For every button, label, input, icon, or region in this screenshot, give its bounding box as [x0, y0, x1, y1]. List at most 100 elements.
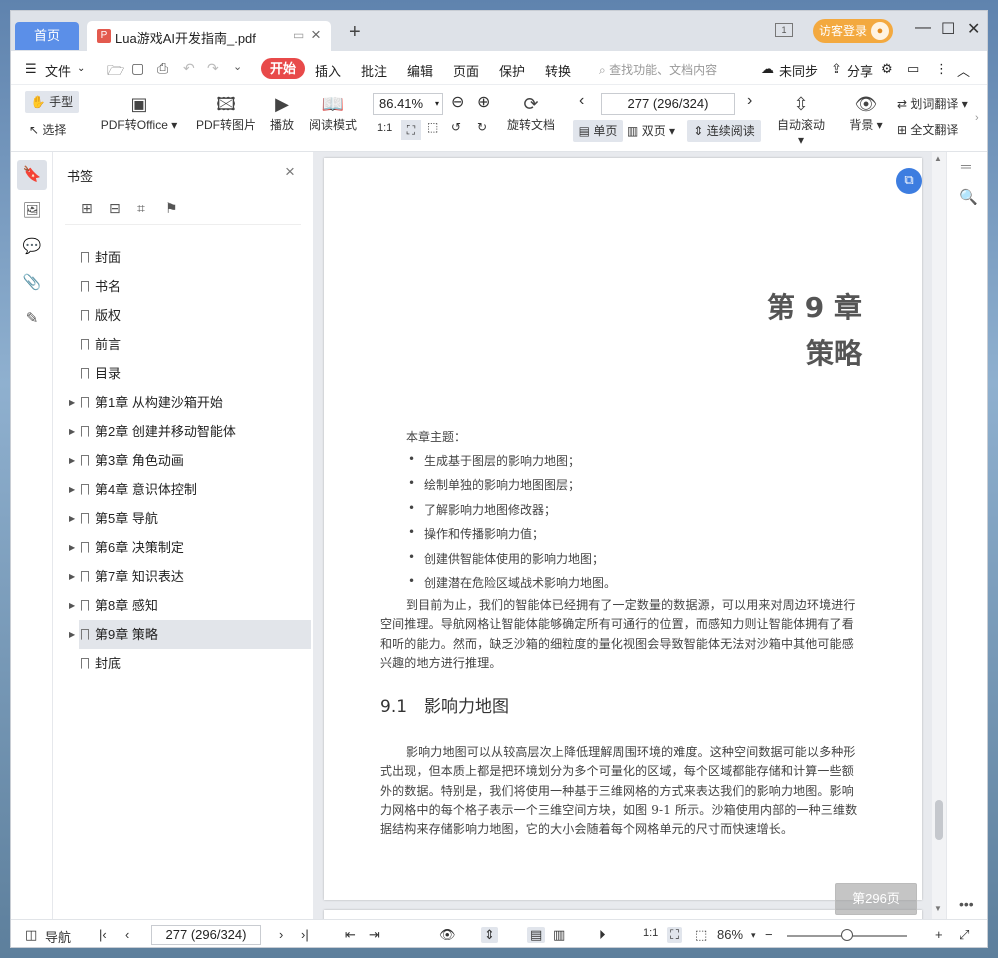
continuous-view-icon[interactable]: ⇕ [481, 927, 498, 943]
forward-icon[interactable]: ⇥ [369, 927, 380, 943]
fit-page-status-icon[interactable]: ⛶ [667, 927, 683, 943]
first-page-icon[interactable]: |‹ [99, 927, 107, 942]
signature-panel-icon[interactable]: ✎ [21, 308, 43, 330]
share-button[interactable]: 分享 [847, 61, 873, 80]
bookmark-item[interactable]: ▶ 第4章 意识体控制 [69, 475, 311, 504]
page-number-input[interactable]: 277 (296/324) [601, 93, 735, 115]
actual-size-icon[interactable]: 1:1 [377, 122, 392, 134]
expand-arrow-icon[interactable]: ▶ [69, 620, 75, 649]
expand-arrow-icon[interactable]: ▶ [69, 562, 75, 591]
bookmark-item[interactable]: 版权 [79, 301, 311, 330]
bookmark-item[interactable]: ▶ 第3章 角色动画 [69, 446, 311, 475]
menu-start[interactable]: 开始 [261, 58, 305, 79]
zoom-dropdown-status-icon[interactable]: ▾ [751, 930, 756, 941]
thumbnail-panel-icon[interactable]: 🖼 [21, 200, 43, 222]
quick-access-dropdown-icon[interactable]: ⌄ [233, 60, 242, 73]
menu-edit[interactable]: 编辑 [407, 61, 433, 80]
zoom-slider-knob[interactable] [841, 929, 853, 941]
tab-document[interactable]: P Lua游戏AI开发指南_.pdf ▭ × [87, 21, 331, 51]
close-window-icon[interactable]: ✕ [967, 19, 980, 39]
settings-icon[interactable]: ⚙ [881, 61, 893, 77]
menu-page[interactable]: 页面 [453, 61, 479, 80]
reading-mode-button[interactable]: 📖 阅读模式 [307, 92, 359, 133]
menu-file[interactable]: 文件 [45, 61, 71, 80]
full-translate-button[interactable]: ⊞ 全文翻译 [897, 120, 958, 140]
scrollbar-thumb[interactable] [935, 800, 943, 840]
undo-icon[interactable]: ↶ [183, 60, 195, 77]
close-panel-icon[interactable]: × [285, 162, 295, 182]
select-tool-button[interactable]: ↖ 选择 [29, 120, 66, 140]
eye-protection-icon[interactable]: 👁 [439, 927, 456, 943]
rotate-left-icon[interactable]: ↺ [451, 120, 461, 134]
status-prev-page-icon[interactable]: ‹ [125, 927, 129, 942]
bookmark-item[interactable]: 封面 [79, 243, 311, 272]
rotate-right-icon[interactable]: ↻ [477, 120, 487, 134]
bookmark-item[interactable]: 封底 [79, 649, 311, 678]
comment-panel-icon[interactable]: 💬 [21, 236, 43, 258]
zoom-out-icon[interactable]: ⊖ [451, 92, 464, 112]
nav-panel-button[interactable]: 导航 [45, 927, 71, 946]
menu-annotate[interactable]: 批注 [361, 61, 387, 80]
status-zoom-value[interactable]: 86% [717, 927, 743, 942]
bookmark-item[interactable]: ▶ 第2章 创建并移动智能体 [69, 417, 311, 446]
fullscreen-icon[interactable]: ⤢ [959, 927, 969, 943]
expand-arrow-icon[interactable]: ▶ [69, 446, 75, 475]
document-view[interactable]: 第 9 章 策略 本章主题： 生成基于图层的影响力地图； 绘制单独的影响力地图图… [313, 152, 934, 930]
hand-tool-button[interactable]: ✋ 手型 [25, 91, 79, 113]
expand-arrow-icon[interactable]: ▶ [69, 417, 75, 446]
more-options-icon[interactable]: ••• [959, 896, 974, 912]
remove-bookmark-icon[interactable]: ⊟ [109, 200, 121, 217]
expand-arrow-icon[interactable]: ▶ [69, 475, 75, 504]
expand-arrow-icon[interactable]: ▶ [69, 388, 75, 417]
bookmark-item[interactable]: ▶ 第5章 导航 [69, 504, 311, 533]
print-icon[interactable]: ⎙ [157, 60, 168, 77]
bookmark-item[interactable]: ▶ 第7章 知识表达 [69, 562, 311, 591]
tab-pin-icon[interactable]: ▭ [293, 28, 304, 42]
minimize-icon[interactable]: — [915, 19, 931, 37]
expand-arrow-icon[interactable]: ▶ [69, 591, 75, 620]
bookmark-panel-icon[interactable]: 🔖 [17, 160, 47, 190]
scroll-down-icon[interactable]: ▼ [934, 904, 942, 913]
bookmark-flag-icon[interactable]: ⚑ [165, 200, 178, 217]
bookmark-item[interactable]: 目录 [79, 359, 311, 388]
redo-icon[interactable]: ↷ [207, 60, 219, 77]
bookmark-item[interactable]: 书名 [79, 272, 311, 301]
background-button[interactable]: 👁 背景 ▾ [849, 92, 883, 133]
search-box[interactable]: ⌕ 查找功能、文档内容 [599, 61, 717, 78]
single-view-icon[interactable]: ▤ [527, 927, 546, 943]
bookmark-item[interactable]: ▶ 第9章 策略 [69, 620, 311, 649]
last-page-icon[interactable]: ›| [301, 927, 309, 942]
chevron-down-icon[interactable]: ⌄ [77, 63, 85, 74]
fit-page-icon[interactable]: ⛶ [401, 120, 421, 140]
play-button[interactable]: ▶ 播放 [267, 92, 297, 133]
bookmark-add-child-icon[interactable]: ⌗ [137, 200, 145, 217]
bookmark-item[interactable]: ▶ 第8章 感知 [69, 591, 311, 620]
fit-width-icon[interactable]: ⬚ [427, 120, 438, 134]
double-page-button[interactable]: ▥ 双页 ▾ [627, 120, 675, 142]
zoom-in-icon[interactable]: ⊕ [477, 92, 490, 112]
window-layout-icon[interactable]: 1 [775, 23, 793, 37]
word-translate-button[interactable]: ⇄ 划词翻译 ▾ [897, 94, 968, 114]
collapse-ribbon-icon[interactable]: ︿ [957, 61, 970, 80]
double-view-icon[interactable]: ▥ [553, 927, 565, 943]
tab-close-icon[interactable]: × [311, 25, 321, 45]
more-icon[interactable]: ⋮ [935, 61, 948, 77]
add-bookmark-icon[interactable]: ⊞ [81, 200, 93, 217]
next-page-icon[interactable]: › [747, 92, 752, 110]
bookmark-item[interactable]: ▶ 第6章 决策制定 [69, 533, 311, 562]
prev-page-icon[interactable]: ‹ [579, 92, 584, 110]
nav-panel-icon[interactable]: ◫ [25, 927, 37, 943]
expand-arrow-icon[interactable]: ▶ [69, 504, 75, 533]
status-zoom-in-icon[interactable]: + [935, 927, 943, 942]
maximize-icon[interactable]: ☐ [941, 19, 955, 39]
ai-search-icon[interactable]: 🔍 [959, 188, 978, 206]
actual-size-status-icon[interactable]: 1:1 [643, 927, 658, 939]
save-icon[interactable]: ▢ [131, 60, 144, 77]
zoom-dropdown-icon[interactable]: ▾ [435, 94, 439, 114]
floating-tool-icon[interactable]: ⧉ [896, 168, 922, 194]
back-icon[interactable]: ⇤ [345, 927, 356, 943]
menu-protect[interactable]: 保护 [499, 61, 525, 80]
rotate-document-button[interactable]: ⟳ 旋转文档 [505, 92, 557, 133]
bookmark-item[interactable]: ▶ 第1章 从构建沙箱开始 [69, 388, 311, 417]
status-page-input[interactable]: 277 (296/324) [151, 925, 261, 945]
